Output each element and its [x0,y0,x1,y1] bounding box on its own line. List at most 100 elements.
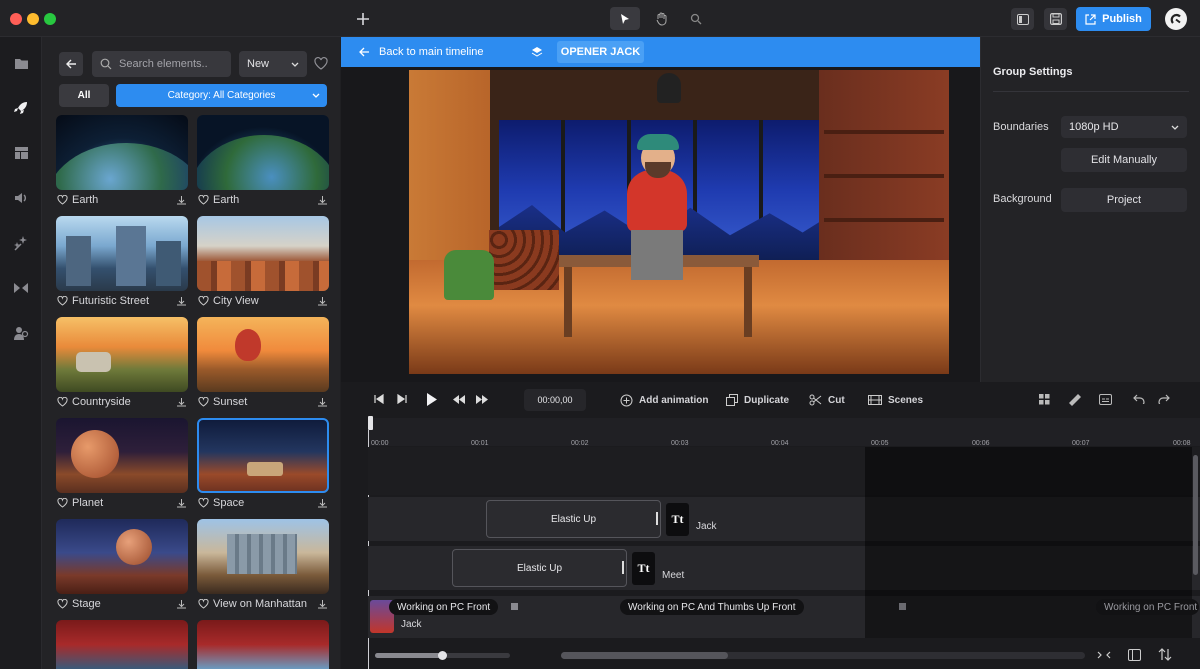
sort-select[interactable]: New [239,51,307,77]
split-view-icon[interactable] [1128,649,1141,661]
horizontal-scrollbar-thumb[interactable] [561,652,728,659]
minimize-window-button[interactable] [27,13,39,25]
heart-icon[interactable] [57,599,68,609]
download-icon[interactable] [317,195,328,206]
redo-icon[interactable] [1158,394,1170,404]
heart-icon[interactable] [57,195,68,205]
action-clip[interactable]: Working on PC Front [1096,599,1200,615]
scenes-button[interactable]: Scenes [868,394,923,406]
logo-icon [1170,13,1181,24]
action-clip[interactable]: Working on PC Front [389,599,499,615]
back-to-main-timeline-link[interactable]: Back to main timeline [359,46,484,58]
heart-icon[interactable] [198,195,209,205]
ruler-icon[interactable] [1068,393,1082,407]
download-icon[interactable] [176,296,187,307]
hand-tool-icon[interactable] [652,10,670,28]
download-icon[interactable] [317,296,328,307]
sort-icon[interactable] [1158,648,1172,661]
clip-handle[interactable] [656,512,658,525]
tick-label: 00:07 [1072,440,1090,447]
element-card[interactable] [56,620,188,669]
download-icon[interactable] [317,397,328,408]
animation-clip[interactable]: Elastic Up [486,500,661,538]
user-avatar[interactable] [1165,8,1187,30]
audio-icon[interactable] [11,188,31,208]
save-button[interactable] [1044,8,1067,30]
add-animation-button[interactable]: Add animation [620,394,708,407]
element-card[interactable]: Stage [56,519,188,614]
scene-preview [409,70,949,374]
vertical-scrollbar[interactable] [1193,455,1198,575]
heart-icon[interactable] [198,498,209,508]
heart-icon[interactable] [57,498,68,508]
heart-icon[interactable] [198,397,209,407]
play-icon[interactable] [425,392,438,407]
transitions-icon[interactable] [11,278,31,298]
download-icon[interactable] [176,195,187,206]
favorites-icon[interactable] [314,57,328,70]
edit-manually-button[interactable]: Edit Manually [1061,148,1187,172]
rocket-icon[interactable] [11,98,31,118]
select-tool-button[interactable] [610,7,640,30]
element-card[interactable]: Space [197,418,329,513]
download-icon[interactable] [317,599,328,610]
undo-icon[interactable] [1133,394,1145,404]
element-card[interactable]: Sunset [197,317,329,412]
element-card[interactable]: Futuristic Street [56,216,188,311]
heart-icon[interactable] [198,599,209,609]
fast-forward-icon[interactable] [476,395,488,404]
zoom-window-button[interactable] [44,13,56,25]
clip-handle[interactable] [622,561,624,574]
element-card[interactable]: Earth [197,115,329,210]
heart-icon[interactable] [57,397,68,407]
background-value: Project [1106,194,1142,206]
element-card[interactable]: Countryside [56,317,188,412]
download-icon[interactable] [176,498,187,509]
element-card[interactable] [197,620,329,669]
download-icon[interactable] [317,498,328,509]
duplicate-button[interactable]: Duplicate [726,394,789,406]
skip-start-icon[interactable] [374,394,384,404]
keyframe-marker[interactable] [511,603,518,610]
zoom-tool-icon[interactable] [687,10,705,28]
add-icon[interactable] [354,10,372,28]
rewind-icon[interactable] [453,395,465,404]
element-card[interactable]: Earth [56,115,188,210]
heart-icon[interactable] [57,296,68,306]
layout-icon[interactable] [11,143,31,163]
animation-clip[interactable]: Elastic Up [452,549,627,587]
zoom-slider-handle[interactable] [438,651,447,660]
search-input[interactable]: Search elements.. [92,51,231,77]
search-placeholder: Search elements.. [119,58,208,70]
element-label: Stage [72,598,101,610]
download-icon[interactable] [176,599,187,610]
download-icon[interactable] [176,397,187,408]
layout-toggle-button[interactable] [1011,8,1034,30]
heart-icon[interactable] [198,296,209,306]
element-card[interactable]: View on Manhattan [197,519,329,614]
skip-end-icon[interactable] [397,394,407,404]
back-button[interactable] [59,52,83,76]
playhead-handle[interactable] [368,416,373,430]
category-select[interactable]: Category: All Categories [116,84,327,107]
element-label: Space [213,497,245,509]
folder-icon[interactable] [11,53,31,73]
element-card[interactable]: City View [197,216,329,311]
keyframe-marker[interactable] [899,603,906,610]
title-bar: Publish [0,0,1200,37]
boundaries-select[interactable]: 1080p HD [1061,116,1187,138]
action-clip[interactable]: Working on PC And Thumbs Up Front [620,599,804,615]
characters-icon[interactable] [11,323,31,343]
publish-button[interactable]: Publish [1076,7,1151,31]
grid-icon[interactable] [1039,394,1050,405]
captions-icon[interactable] [1099,394,1112,405]
close-window-button[interactable] [10,13,22,25]
effects-icon[interactable] [11,233,31,253]
timecode-display[interactable]: 00:00,00 [524,389,586,411]
filter-all-button[interactable]: All [59,84,109,107]
collapse-icon[interactable] [1097,650,1111,660]
cut-button[interactable]: Cut [809,394,845,406]
background-select-button[interactable]: Project [1061,188,1187,212]
element-card[interactable]: Planet [56,418,188,513]
tick-label: 00:00 [371,440,389,447]
